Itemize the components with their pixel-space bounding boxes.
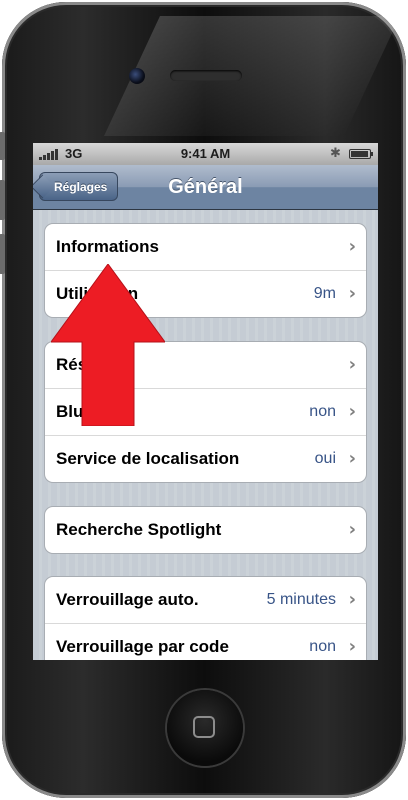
front-camera-icon (129, 68, 145, 84)
mute-switch (0, 132, 5, 160)
row-label: Service de localisation (56, 449, 240, 468)
row-value: 9m (313, 285, 336, 302)
chevron-right-icon: › (348, 636, 356, 657)
red-arrow-annotation (51, 264, 165, 426)
chevron-right-icon: › (348, 236, 356, 257)
battery-icon (349, 149, 371, 159)
row-value: 5 minutes (266, 591, 336, 608)
chevron-right-icon: › (348, 401, 356, 422)
back-button-label: Réglages (54, 180, 108, 194)
battery-tip (371, 152, 373, 156)
row-value: non (309, 403, 336, 420)
home-button[interactable] (167, 690, 243, 766)
back-button[interactable]: Réglages (33, 172, 119, 201)
glass-reflection (104, 16, 400, 136)
row-label: Recherche Spotlight (56, 520, 222, 539)
chevron-right-icon: › (348, 354, 356, 375)
home-square-icon (193, 716, 215, 738)
row-value: oui (314, 450, 336, 467)
status-time: 9:41 AM (180, 146, 231, 161)
row-label: Verrouillage par code (56, 637, 229, 656)
row-verrouillage-auto[interactable]: Verrouillage auto. 5 minutes › (45, 577, 366, 624)
navigation-bar: Général Réglages (33, 165, 378, 210)
settings-group-4: Verrouillage auto. 5 minutes › Verrouill… (44, 576, 367, 660)
earpiece-speaker (170, 70, 242, 81)
row-verrouillage-code[interactable]: Verrouillage par code non › (45, 624, 366, 660)
row-value: non (309, 638, 336, 655)
volume-up-button (0, 180, 5, 220)
chevron-right-icon: › (348, 283, 356, 304)
volume-down-button (0, 234, 5, 274)
row-label: Verrouillage auto. (56, 590, 199, 609)
status-bar: 3G 9:41 AM ✱ (33, 143, 378, 165)
chevron-right-icon: › (348, 448, 356, 469)
row-service-localisation[interactable]: Service de localisation oui › (45, 436, 366, 482)
chevron-right-icon: › (348, 519, 356, 540)
row-recherche-spotlight[interactable]: Recherche Spotlight › (45, 507, 366, 553)
settings-group-3: Recherche Spotlight › (44, 506, 367, 554)
row-label: Informations (56, 237, 159, 256)
bluetooth-icon: ✱ (330, 145, 341, 160)
chevron-right-icon: › (348, 589, 356, 610)
